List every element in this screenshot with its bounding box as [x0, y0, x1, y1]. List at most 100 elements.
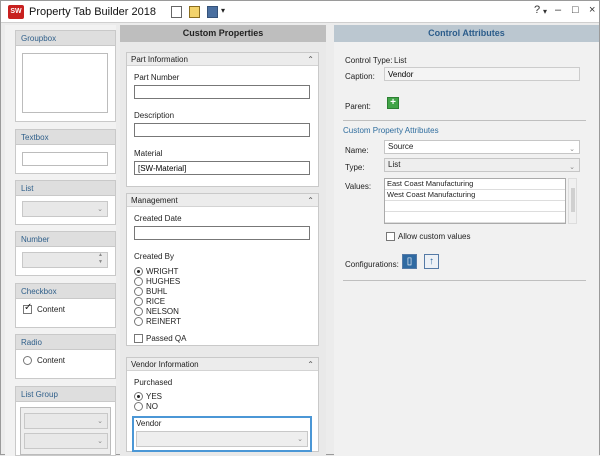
palette-number-label: Number — [16, 232, 115, 247]
chevron-down-icon: ⌄ — [569, 146, 575, 153]
created-date-input[interactable] — [134, 226, 310, 240]
list-group-preview: ⌄ ⌄ — [20, 407, 111, 455]
value-row[interactable]: East Coast Manufacturing — [385, 179, 565, 190]
material-input[interactable] — [134, 161, 310, 175]
created-by-rice-radio[interactable] — [134, 297, 143, 306]
configuration-all-icon[interactable]: ↑ — [424, 254, 439, 269]
purchased-no-radio[interactable] — [134, 402, 143, 411]
list-preview: ⌄ — [22, 201, 108, 217]
number-preview: ▲ ▼ — [22, 252, 108, 268]
configuration-this-icon[interactable]: ▯ — [402, 254, 417, 269]
scroll-thumb[interactable] — [571, 188, 575, 212]
description-input[interactable] — [134, 123, 310, 137]
purchased-label: Purchased — [134, 378, 173, 387]
list-group-combo-2: ⌄ — [24, 433, 108, 449]
created-by-hughes-radio[interactable] — [134, 277, 143, 286]
vendor-select[interactable]: ⌄ — [136, 431, 308, 447]
radio-content-label: Content — [37, 356, 66, 365]
caption-label: Caption: — [345, 72, 375, 81]
control-attributes-panel: Control Attributes Control Type: List Ca… — [334, 25, 599, 456]
help-dropdown-icon[interactable]: ▾ — [543, 7, 547, 16]
description-label: Description — [134, 111, 175, 120]
control-attributes-header: Control Attributes — [334, 25, 599, 42]
new-document-icon[interactable] — [171, 6, 182, 18]
parent-label: Parent: — [345, 102, 371, 111]
type-value: List — [388, 160, 401, 169]
maximize-button[interactable]: □ — [572, 4, 579, 16]
add-parent-button[interactable]: + — [387, 97, 399, 109]
type-select[interactable]: List ⌄ — [384, 158, 580, 172]
value-row[interactable]: West Coast Manufacturing — [385, 190, 565, 201]
palette-groupbox-label: Groupbox — [16, 31, 115, 46]
collapse-icon[interactable]: ⌃ — [307, 194, 314, 207]
created-by-wright-radio[interactable] — [134, 267, 143, 276]
part-number-label: Part Number — [134, 73, 180, 82]
custom-properties-panel: Custom Properties Part Information ⌃ Par… — [120, 25, 326, 456]
created-by-reinert-label: REINERT — [146, 317, 181, 326]
window-title: Property Tab Builder 2018 — [29, 6, 156, 18]
value-row[interactable] — [385, 201, 565, 212]
control-palette: Groupbox Textbox List ⌄ Number ▲ ▼ Check… — [5, 25, 116, 456]
created-by-rice-label: RICE — [146, 297, 166, 306]
chevron-down-icon: ⌄ — [97, 206, 103, 213]
created-by-buhl-radio[interactable] — [134, 287, 143, 296]
vendor-label: Vendor — [136, 419, 162, 428]
palette-groupbox[interactable]: Groupbox — [15, 30, 116, 122]
created-by-reinert-radio[interactable] — [134, 317, 143, 326]
values-label: Values: — [345, 182, 372, 191]
name-label: Name: — [345, 146, 369, 155]
allow-custom-values-checkbox[interactable] — [386, 232, 395, 241]
control-type-value: List — [394, 56, 407, 65]
chevron-down-icon: ⌄ — [97, 438, 103, 445]
purchased-yes-radio[interactable] — [134, 392, 143, 401]
part-information-group: Part Information ⌃ Part Number Descripti… — [126, 52, 319, 187]
minimize-button[interactable]: – — [555, 4, 561, 16]
configurations-label: Configurations: — [345, 260, 399, 269]
created-by-nelson-radio[interactable] — [134, 307, 143, 316]
caption-input[interactable] — [384, 67, 580, 81]
type-label: Type: — [345, 163, 365, 172]
collapse-icon[interactable]: ⌃ — [307, 53, 314, 66]
palette-number[interactable]: Number ▲ ▼ — [15, 231, 116, 276]
value-row[interactable] — [385, 212, 565, 223]
radio-preview-icon — [23, 356, 32, 365]
save-dropdown-icon[interactable]: ▾ — [221, 6, 225, 15]
save-icon[interactable] — [207, 6, 218, 18]
created-by-label: Created By — [134, 252, 175, 261]
list-group-combo-1: ⌄ — [24, 413, 108, 429]
part-information-title: Part Information — [131, 55, 188, 64]
vendor-information-header[interactable]: Vendor Information ⌃ — [127, 358, 318, 371]
help-icon[interactable]: ? — [534, 4, 540, 16]
palette-checkbox[interactable]: Checkbox ✓ Content — [15, 283, 116, 328]
collapse-icon[interactable]: ⌃ — [307, 358, 314, 371]
allow-custom-values-label: Allow custom values — [398, 232, 471, 241]
property-tab-builder-window: SW Property Tab Builder 2018 ▾ ? ▾ – □ ×… — [0, 0, 600, 456]
part-number-input[interactable] — [134, 85, 310, 99]
name-select[interactable]: Source ⌄ — [384, 140, 580, 154]
palette-list-group[interactable]: List Group ⌄ ⌄ — [15, 386, 116, 456]
values-list[interactable]: East Coast Manufacturing West Coast Manu… — [384, 178, 566, 224]
values-scrollbar[interactable] — [568, 178, 577, 224]
palette-radio-label: Radio — [16, 335, 115, 350]
stepper-up-icon: ▲ — [98, 252, 103, 258]
vendor-information-title: Vendor Information — [131, 360, 199, 369]
title-bar: SW Property Tab Builder 2018 ▾ ? ▾ – □ × — [1, 1, 599, 23]
checkbox-content-label: Content — [37, 305, 66, 314]
stepper-down-icon: ▼ — [98, 259, 103, 265]
management-header[interactable]: Management ⌃ — [127, 194, 318, 207]
open-folder-icon[interactable] — [189, 6, 200, 18]
textbox-preview — [22, 152, 108, 166]
close-button[interactable]: × — [589, 4, 595, 16]
part-information-header[interactable]: Part Information ⌃ — [127, 53, 318, 66]
palette-radio[interactable]: Radio Content — [15, 334, 116, 379]
passed-qa-checkbox[interactable] — [134, 334, 143, 343]
management-title: Management — [131, 196, 178, 205]
palette-list[interactable]: List ⌄ — [15, 180, 116, 225]
palette-textbox[interactable]: Textbox — [15, 129, 116, 174]
vendor-field-selection[interactable]: Vendor ⌄ — [132, 416, 312, 452]
purchased-no-label: NO — [146, 402, 158, 411]
chevron-down-icon: ⌄ — [569, 164, 575, 171]
created-by-buhl-label: BUHL — [146, 287, 168, 296]
material-label: Material — [134, 149, 163, 158]
palette-textbox-label: Textbox — [16, 130, 115, 145]
